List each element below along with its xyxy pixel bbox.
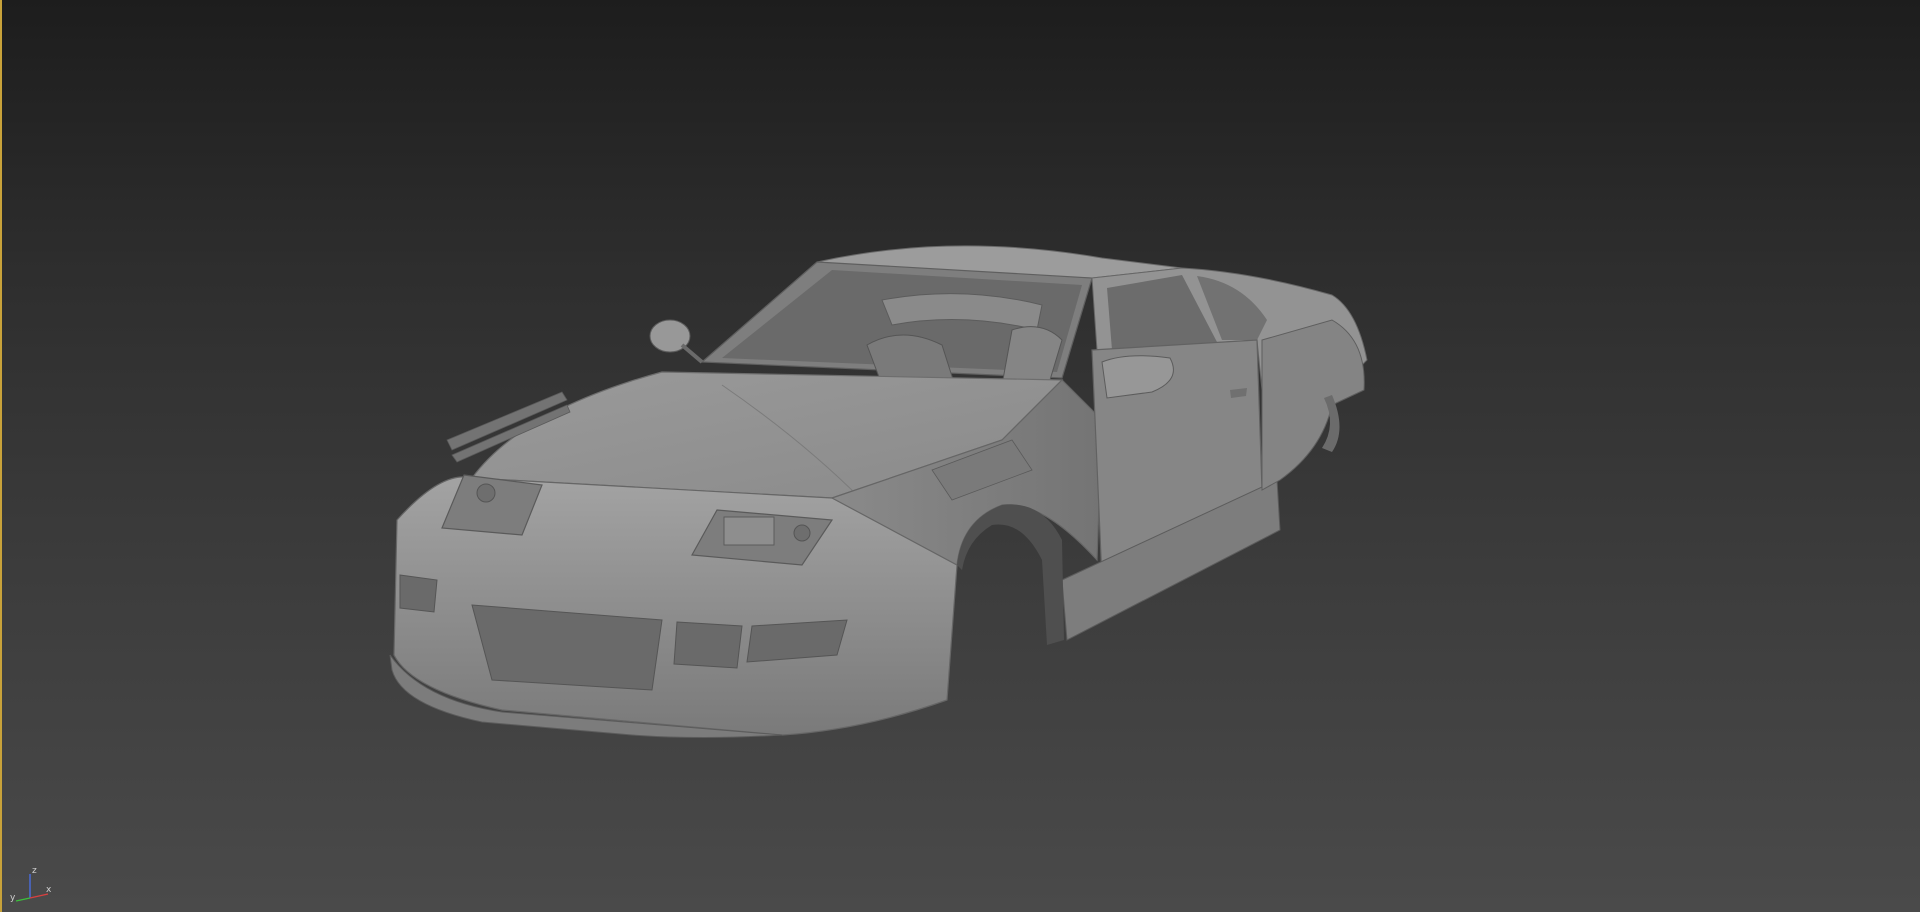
axis-y-label: y — [10, 893, 16, 903]
axis-y-line — [15, 897, 31, 902]
axis-x-label: x — [46, 885, 52, 895]
rear-fender — [1261, 319, 1365, 491]
headlight-right-round — [793, 524, 811, 542]
front-grille-left — [399, 574, 438, 613]
axis-z-label: z — [32, 866, 37, 876]
front-grille-main — [471, 604, 663, 691]
axis-gizmo: z x y — [10, 866, 52, 903]
front-wheel-arch — [957, 504, 1064, 645]
car-body-model[interactable] — [2, 0, 1920, 912]
front-grille-right2 — [746, 619, 848, 663]
3d-viewport[interactable]: z x y — [0, 0, 1920, 912]
headlight-right-lens — [723, 516, 775, 546]
headlight-left-lens — [476, 483, 496, 503]
front-grille-right — [673, 621, 743, 669]
side-mirror-left-arm — [680, 343, 704, 364]
